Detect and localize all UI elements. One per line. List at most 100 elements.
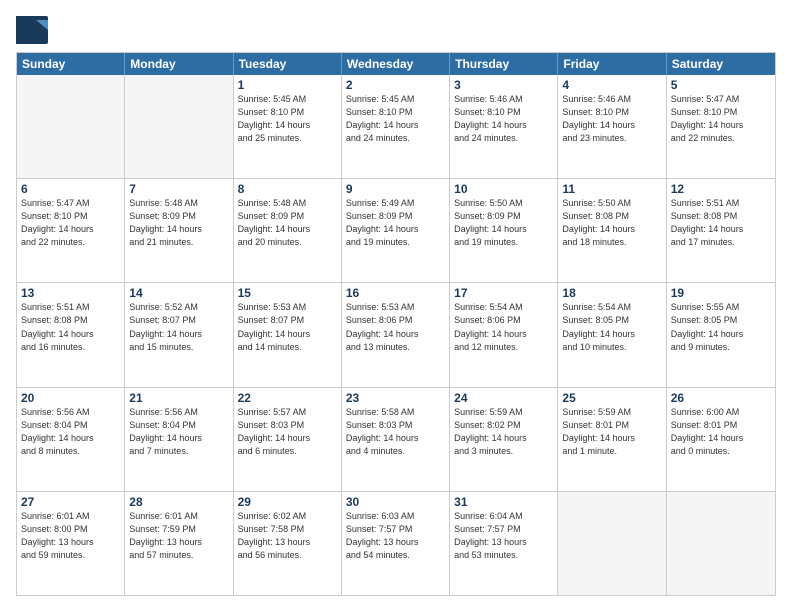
day-info: Sunrise: 6:01 AM Sunset: 8:00 PM Dayligh… bbox=[21, 510, 120, 562]
day-number: 28 bbox=[129, 495, 228, 509]
day-cell-21: 21Sunrise: 5:56 AM Sunset: 8:04 PM Dayli… bbox=[125, 388, 233, 491]
day-cell-15: 15Sunrise: 5:53 AM Sunset: 8:07 PM Dayli… bbox=[234, 283, 342, 386]
day-cell-17: 17Sunrise: 5:54 AM Sunset: 8:06 PM Dayli… bbox=[450, 283, 558, 386]
day-info: Sunrise: 5:53 AM Sunset: 8:06 PM Dayligh… bbox=[346, 301, 445, 353]
day-info: Sunrise: 5:46 AM Sunset: 8:10 PM Dayligh… bbox=[562, 93, 661, 145]
calendar: SundayMondayTuesdayWednesdayThursdayFrid… bbox=[16, 52, 776, 596]
day-number: 16 bbox=[346, 286, 445, 300]
day-number: 23 bbox=[346, 391, 445, 405]
day-info: Sunrise: 5:51 AM Sunset: 8:08 PM Dayligh… bbox=[21, 301, 120, 353]
day-header-monday: Monday bbox=[125, 53, 233, 75]
day-cell-6: 6Sunrise: 5:47 AM Sunset: 8:10 PM Daylig… bbox=[17, 179, 125, 282]
day-number: 2 bbox=[346, 78, 445, 92]
day-cell-empty bbox=[667, 492, 775, 595]
day-number: 26 bbox=[671, 391, 771, 405]
day-number: 11 bbox=[562, 182, 661, 196]
week-row-1: 1Sunrise: 5:45 AM Sunset: 8:10 PM Daylig… bbox=[17, 75, 775, 178]
day-number: 14 bbox=[129, 286, 228, 300]
page: SundayMondayTuesdayWednesdayThursdayFrid… bbox=[0, 0, 792, 612]
week-row-2: 6Sunrise: 5:47 AM Sunset: 8:10 PM Daylig… bbox=[17, 178, 775, 282]
day-number: 6 bbox=[21, 182, 120, 196]
day-number: 25 bbox=[562, 391, 661, 405]
day-number: 24 bbox=[454, 391, 553, 405]
day-cell-empty bbox=[125, 75, 233, 178]
day-number: 30 bbox=[346, 495, 445, 509]
day-info: Sunrise: 5:46 AM Sunset: 8:10 PM Dayligh… bbox=[454, 93, 553, 145]
day-number: 5 bbox=[671, 78, 771, 92]
day-cell-empty bbox=[17, 75, 125, 178]
day-number: 18 bbox=[562, 286, 661, 300]
day-info: Sunrise: 5:59 AM Sunset: 8:02 PM Dayligh… bbox=[454, 406, 553, 458]
day-cell-23: 23Sunrise: 5:58 AM Sunset: 8:03 PM Dayli… bbox=[342, 388, 450, 491]
day-info: Sunrise: 5:47 AM Sunset: 8:10 PM Dayligh… bbox=[671, 93, 771, 145]
day-header-thursday: Thursday bbox=[450, 53, 558, 75]
day-cell-26: 26Sunrise: 6:00 AM Sunset: 8:01 PM Dayli… bbox=[667, 388, 775, 491]
day-info: Sunrise: 5:52 AM Sunset: 8:07 PM Dayligh… bbox=[129, 301, 228, 353]
day-info: Sunrise: 5:50 AM Sunset: 8:08 PM Dayligh… bbox=[562, 197, 661, 249]
day-cell-29: 29Sunrise: 6:02 AM Sunset: 7:58 PM Dayli… bbox=[234, 492, 342, 595]
week-row-4: 20Sunrise: 5:56 AM Sunset: 8:04 PM Dayli… bbox=[17, 387, 775, 491]
logo-icon bbox=[16, 16, 48, 44]
day-info: Sunrise: 5:56 AM Sunset: 8:04 PM Dayligh… bbox=[21, 406, 120, 458]
day-cell-27: 27Sunrise: 6:01 AM Sunset: 8:00 PM Dayli… bbox=[17, 492, 125, 595]
day-cell-25: 25Sunrise: 5:59 AM Sunset: 8:01 PM Dayli… bbox=[558, 388, 666, 491]
weeks-container: 1Sunrise: 5:45 AM Sunset: 8:10 PM Daylig… bbox=[17, 75, 775, 595]
day-info: Sunrise: 6:04 AM Sunset: 7:57 PM Dayligh… bbox=[454, 510, 553, 562]
day-number: 31 bbox=[454, 495, 553, 509]
day-info: Sunrise: 5:54 AM Sunset: 8:05 PM Dayligh… bbox=[562, 301, 661, 353]
day-header-wednesday: Wednesday bbox=[342, 53, 450, 75]
day-number: 10 bbox=[454, 182, 553, 196]
day-number: 1 bbox=[238, 78, 337, 92]
day-cell-5: 5Sunrise: 5:47 AM Sunset: 8:10 PM Daylig… bbox=[667, 75, 775, 178]
day-info: Sunrise: 5:48 AM Sunset: 8:09 PM Dayligh… bbox=[129, 197, 228, 249]
day-info: Sunrise: 6:02 AM Sunset: 7:58 PM Dayligh… bbox=[238, 510, 337, 562]
day-info: Sunrise: 5:56 AM Sunset: 8:04 PM Dayligh… bbox=[129, 406, 228, 458]
week-row-5: 27Sunrise: 6:01 AM Sunset: 8:00 PM Dayli… bbox=[17, 491, 775, 595]
day-number: 9 bbox=[346, 182, 445, 196]
day-info: Sunrise: 5:48 AM Sunset: 8:09 PM Dayligh… bbox=[238, 197, 337, 249]
day-number: 13 bbox=[21, 286, 120, 300]
day-cell-1: 1Sunrise: 5:45 AM Sunset: 8:10 PM Daylig… bbox=[234, 75, 342, 178]
day-cell-22: 22Sunrise: 5:57 AM Sunset: 8:03 PM Dayli… bbox=[234, 388, 342, 491]
day-info: Sunrise: 6:00 AM Sunset: 8:01 PM Dayligh… bbox=[671, 406, 771, 458]
day-number: 15 bbox=[238, 286, 337, 300]
day-number: 3 bbox=[454, 78, 553, 92]
day-header-saturday: Saturday bbox=[667, 53, 775, 75]
day-header-sunday: Sunday bbox=[17, 53, 125, 75]
day-number: 4 bbox=[562, 78, 661, 92]
day-info: Sunrise: 5:45 AM Sunset: 8:10 PM Dayligh… bbox=[346, 93, 445, 145]
day-info: Sunrise: 5:47 AM Sunset: 8:10 PM Dayligh… bbox=[21, 197, 120, 249]
day-cell-24: 24Sunrise: 5:59 AM Sunset: 8:02 PM Dayli… bbox=[450, 388, 558, 491]
day-info: Sunrise: 5:51 AM Sunset: 8:08 PM Dayligh… bbox=[671, 197, 771, 249]
day-info: Sunrise: 5:57 AM Sunset: 8:03 PM Dayligh… bbox=[238, 406, 337, 458]
week-row-3: 13Sunrise: 5:51 AM Sunset: 8:08 PM Dayli… bbox=[17, 282, 775, 386]
day-cell-13: 13Sunrise: 5:51 AM Sunset: 8:08 PM Dayli… bbox=[17, 283, 125, 386]
day-cell-3: 3Sunrise: 5:46 AM Sunset: 8:10 PM Daylig… bbox=[450, 75, 558, 178]
day-number: 21 bbox=[129, 391, 228, 405]
day-headers-row: SundayMondayTuesdayWednesdayThursdayFrid… bbox=[17, 53, 775, 75]
day-number: 22 bbox=[238, 391, 337, 405]
day-cell-30: 30Sunrise: 6:03 AM Sunset: 7:57 PM Dayli… bbox=[342, 492, 450, 595]
day-info: Sunrise: 6:01 AM Sunset: 7:59 PM Dayligh… bbox=[129, 510, 228, 562]
day-info: Sunrise: 5:59 AM Sunset: 8:01 PM Dayligh… bbox=[562, 406, 661, 458]
day-cell-11: 11Sunrise: 5:50 AM Sunset: 8:08 PM Dayli… bbox=[558, 179, 666, 282]
day-number: 29 bbox=[238, 495, 337, 509]
day-info: Sunrise: 5:45 AM Sunset: 8:10 PM Dayligh… bbox=[238, 93, 337, 145]
day-cell-20: 20Sunrise: 5:56 AM Sunset: 8:04 PM Dayli… bbox=[17, 388, 125, 491]
day-cell-4: 4Sunrise: 5:46 AM Sunset: 8:10 PM Daylig… bbox=[558, 75, 666, 178]
day-cell-9: 9Sunrise: 5:49 AM Sunset: 8:09 PM Daylig… bbox=[342, 179, 450, 282]
day-info: Sunrise: 5:54 AM Sunset: 8:06 PM Dayligh… bbox=[454, 301, 553, 353]
day-header-tuesday: Tuesday bbox=[234, 53, 342, 75]
day-number: 27 bbox=[21, 495, 120, 509]
day-info: Sunrise: 5:49 AM Sunset: 8:09 PM Dayligh… bbox=[346, 197, 445, 249]
day-info: Sunrise: 5:58 AM Sunset: 8:03 PM Dayligh… bbox=[346, 406, 445, 458]
header bbox=[16, 16, 776, 44]
day-cell-12: 12Sunrise: 5:51 AM Sunset: 8:08 PM Dayli… bbox=[667, 179, 775, 282]
day-info: Sunrise: 5:53 AM Sunset: 8:07 PM Dayligh… bbox=[238, 301, 337, 353]
day-cell-28: 28Sunrise: 6:01 AM Sunset: 7:59 PM Dayli… bbox=[125, 492, 233, 595]
day-number: 19 bbox=[671, 286, 771, 300]
day-number: 17 bbox=[454, 286, 553, 300]
day-cell-8: 8Sunrise: 5:48 AM Sunset: 8:09 PM Daylig… bbox=[234, 179, 342, 282]
day-number: 20 bbox=[21, 391, 120, 405]
day-cell-10: 10Sunrise: 5:50 AM Sunset: 8:09 PM Dayli… bbox=[450, 179, 558, 282]
